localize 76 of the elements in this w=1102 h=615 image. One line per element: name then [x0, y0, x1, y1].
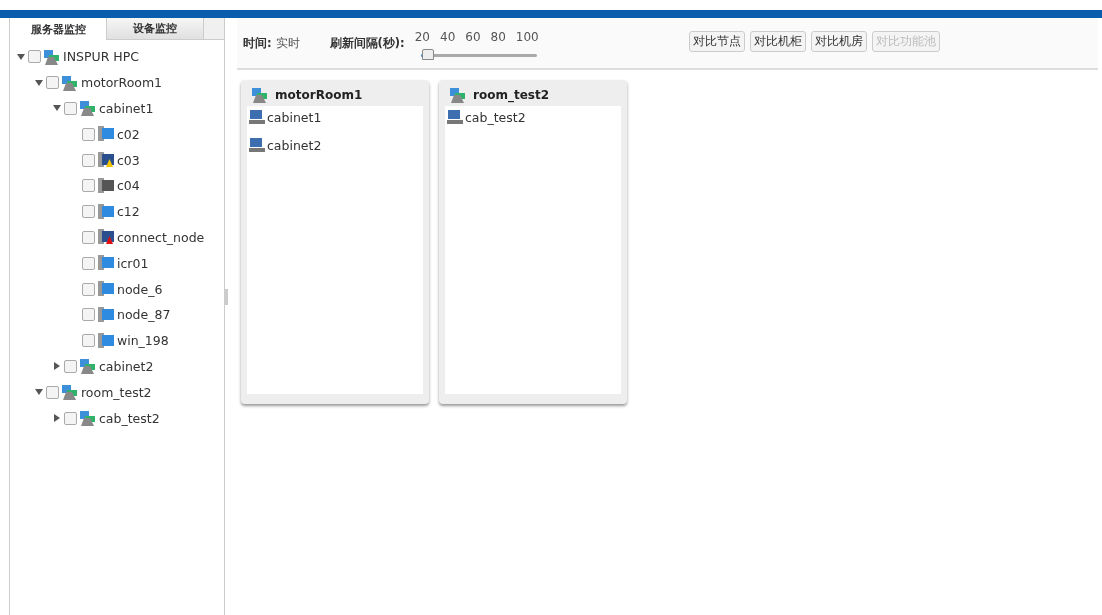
tick-label: 100 — [515, 29, 539, 44]
checkbox[interactable] — [82, 127, 95, 141]
room-icon — [449, 86, 467, 104]
server-icon — [97, 125, 115, 144]
collapse-icon[interactable] — [35, 388, 43, 397]
computer-icon — [249, 109, 265, 125]
cabinet-item[interactable]: cabinet2 — [267, 137, 322, 153]
tick-label: 80 — [490, 29, 506, 44]
slider-thumb[interactable] — [421, 48, 434, 60]
expand-icon[interactable] — [53, 362, 61, 371]
tree-item[interactable]: c02 — [117, 126, 140, 142]
interval-label: 刷新间隔(秒): — [329, 35, 405, 51]
tick-label: 20 — [414, 29, 430, 44]
tick-label: 60 — [465, 29, 481, 44]
checkbox[interactable] — [82, 205, 95, 219]
server-warning-icon — [97, 151, 115, 170]
checkbox[interactable] — [46, 385, 59, 399]
tree-item[interactable]: cabinet1 — [99, 101, 154, 116]
tree-item[interactable]: win_198 — [117, 333, 169, 349]
server-icon — [97, 305, 115, 324]
room-icon — [79, 99, 97, 118]
compare-button[interactable]: 对比节点 — [688, 30, 745, 52]
checkbox[interactable] — [28, 50, 41, 64]
tick-label: 40 — [440, 29, 456, 44]
room-icon — [61, 73, 79, 92]
tab[interactable]: 服务器监控 — [10, 18, 107, 40]
tree-item[interactable]: c04 — [117, 178, 140, 194]
room-title: room_test2 — [473, 88, 549, 102]
tree-item[interactable]: room_test2 — [81, 384, 152, 400]
server-error-icon — [97, 228, 115, 247]
computer-icon — [249, 137, 265, 153]
room-title: motorRoom1 — [275, 88, 363, 102]
collapse-icon[interactable] — [35, 78, 43, 87]
room-icon — [251, 86, 269, 104]
checkbox[interactable] — [82, 179, 95, 193]
splitter-handle[interactable] — [225, 288, 228, 305]
compare-button[interactable]: 对比机柜 — [749, 30, 806, 52]
room-icon — [61, 383, 79, 402]
time-value: 实时 — [275, 35, 300, 51]
tree-item[interactable]: node_6 — [117, 281, 163, 297]
room-icon — [79, 409, 97, 428]
server-icon — [97, 254, 115, 273]
tree-item[interactable]: motorRoom1 — [81, 75, 163, 91]
tree-item[interactable]: icr01 — [117, 255, 149, 271]
checkbox[interactable] — [46, 76, 59, 90]
tree-item[interactable]: c12 — [117, 204, 140, 220]
checkbox[interactable] — [82, 282, 95, 296]
time-label: 时间: — [243, 35, 272, 51]
tree-item[interactable]: c03 — [117, 152, 140, 168]
tab[interactable]: 设备监控 — [107, 18, 204, 40]
checkbox[interactable] — [64, 411, 77, 425]
server-icon — [97, 280, 115, 299]
collapse-icon[interactable] — [17, 52, 25, 61]
server-icon — [97, 176, 115, 195]
room-icon — [79, 357, 97, 376]
room-icon — [43, 47, 61, 66]
checkbox[interactable] — [82, 153, 95, 167]
cabinet-item[interactable]: cab_test2 — [465, 109, 526, 125]
checkbox[interactable] — [82, 308, 95, 322]
checkbox[interactable] — [82, 334, 95, 348]
tree-item[interactable]: INSPUR HPC — [63, 49, 139, 65]
tree-item[interactable]: cab_test2 — [99, 410, 160, 426]
checkbox[interactable] — [64, 102, 77, 115]
tree-item[interactable]: cabinet2 — [99, 358, 154, 374]
checkbox[interactable] — [82, 230, 95, 244]
tree-item[interactable]: connect_node — [117, 229, 205, 245]
computer-icon — [447, 109, 463, 125]
server-icon — [97, 202, 115, 221]
server-icon — [97, 331, 115, 350]
tree-item[interactable]: node_87 — [117, 307, 171, 323]
checkbox[interactable] — [64, 359, 77, 373]
cabinet-item[interactable]: cabinet1 — [267, 109, 322, 125]
compare-button[interactable]: 对比机房 — [810, 30, 867, 52]
expand-icon[interactable] — [53, 414, 61, 423]
collapse-icon[interactable] — [53, 104, 61, 113]
checkbox[interactable] — [82, 256, 95, 270]
